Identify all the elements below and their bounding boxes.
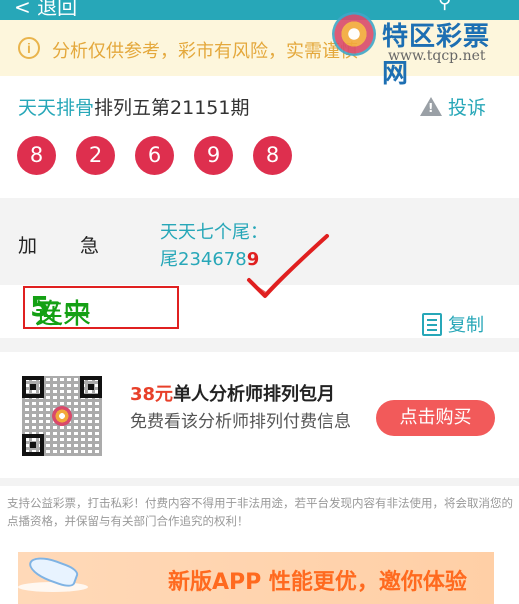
checkmark-icon bbox=[247, 234, 329, 298]
back-button[interactable]: < 退回 bbox=[14, 0, 77, 20]
info-icon: i bbox=[18, 37, 40, 59]
win-streak-text: 又来 5 连中 bbox=[30, 290, 92, 330]
section-divider bbox=[0, 338, 519, 352]
risk-notice-text: 分析仅供参考，彩市有风险，实需谨慎 bbox=[52, 41, 358, 62]
article-header: 天天排骨排列五第21151期 bbox=[18, 93, 249, 120]
qr-logo-icon bbox=[52, 406, 72, 426]
section-divider bbox=[0, 478, 519, 486]
app-promo-banner[interactable]: 新版APP 性能更优，邀你体验 bbox=[18, 552, 494, 604]
number-ball: 8 bbox=[17, 136, 56, 175]
site-watermark: 特区彩票网 www.tqcp.net bbox=[330, 8, 510, 89]
watermark-url: www.tqcp.net bbox=[388, 48, 486, 64]
number-ball: 2 bbox=[76, 136, 115, 175]
issue-title: 排列五第21151期 bbox=[94, 97, 250, 119]
number-ball: 8 bbox=[253, 136, 292, 175]
banner-text: 新版APP 性能更优，邀你体验 bbox=[168, 570, 467, 595]
author-link[interactable]: 天天排骨 bbox=[18, 97, 94, 119]
report-button[interactable]: 投诉 bbox=[420, 93, 486, 120]
buy-button[interactable]: 点击购买 bbox=[376, 400, 495, 436]
qr-code bbox=[22, 376, 102, 456]
copy-icon bbox=[422, 313, 442, 336]
copy-label: 复制 bbox=[448, 315, 484, 336]
report-label: 投诉 bbox=[448, 97, 487, 119]
number-ball: 6 bbox=[135, 136, 174, 175]
promo-title: 38元单人分析师排列包月 bbox=[130, 384, 336, 405]
promo-price: 38元 bbox=[130, 384, 174, 405]
disclaimer-text: 支持公益彩票，打击私彩！付费内容不得用于非法用途，若平台发现内容有非法使用，将会… bbox=[7, 496, 513, 528]
copy-button[interactable]: 复制 bbox=[422, 311, 484, 337]
tip-label-1: 加 bbox=[18, 235, 38, 257]
promo-description: 免费看该分析师排列付费信息 bbox=[130, 412, 351, 432]
warning-icon bbox=[420, 97, 442, 116]
tip-line-2-prefix: 尾234678 bbox=[160, 249, 247, 270]
watermark-logo-icon bbox=[332, 12, 376, 56]
number-ball: 9 bbox=[194, 136, 233, 175]
tip-label-2: 急 bbox=[80, 235, 100, 257]
win-streak-stamp: 又来 5 连中 bbox=[23, 286, 179, 330]
result-numbers: 8 2 6 9 8 bbox=[17, 136, 292, 175]
